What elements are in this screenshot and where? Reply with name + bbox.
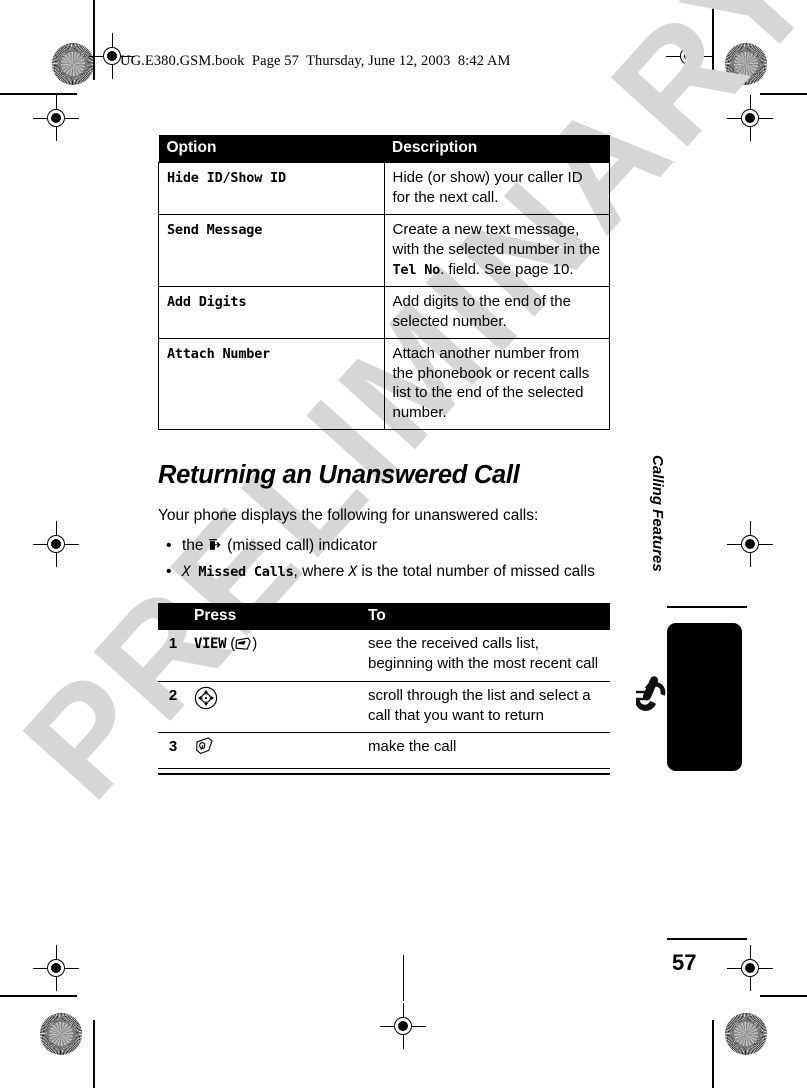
- steps-table-header-press: Press: [188, 602, 362, 630]
- trim-line-bottom-left: [0, 995, 77, 997]
- list-item: the (missed call) indicator: [158, 535, 613, 560]
- description-mono-term: Tel No: [392, 261, 441, 278]
- step-number: 3: [158, 732, 188, 770]
- registration-target-right-middle: [727, 521, 773, 567]
- registration-target-top-center: [389, 955, 417, 1001]
- bullet-suffix-text: (missed call) indicator: [222, 537, 378, 555]
- steps-table-bottom-rule: [158, 773, 610, 775]
- missed-call-icon: [208, 538, 223, 560]
- trim-line-top: [0, 93, 77, 95]
- registration-target-bottom-center: [380, 1003, 426, 1049]
- chapter-sidebar-label: Calling Features: [649, 455, 666, 572]
- option-label: Add Digits: [167, 293, 247, 310]
- bullet-tail-text: is the total number of missed calls: [357, 563, 595, 581]
- registration-starburst-bottom-left: [40, 1013, 82, 1055]
- table-row: 3 make the call: [158, 732, 610, 770]
- trim-line-left-vertical: [93, 0, 95, 80]
- page-title: Returning an Unanswered Call: [158, 461, 520, 490]
- options-table-header-row: Option Description: [158, 135, 610, 163]
- registration-starburst-bottom-right: [725, 1013, 767, 1055]
- registration-starburst-top-left: [52, 43, 94, 85]
- missed-calls-label: Missed Calls: [190, 564, 294, 581]
- telephone-handset-icon: [633, 672, 690, 722]
- option-name-cell: Attach Number: [158, 337, 385, 431]
- options-table-header-description: Description: [384, 135, 610, 163]
- table-row: Attach Number Attach another number from…: [158, 337, 610, 431]
- trim-line-bottom-right: [760, 995, 807, 997]
- option-description-cell: Create a new text message, with the sele…: [383, 213, 610, 287]
- option-name-cell: Hide ID/Show ID: [158, 162, 385, 215]
- section-intro-text: Your phone displays the following for un…: [158, 507, 539, 525]
- description-text: Add digits to the end of the selected nu…: [392, 292, 571, 330]
- options-table-body: Hide ID/Show ID Hide (or show) your call…: [158, 162, 610, 431]
- step-description: see the received calls list, beginning w…: [362, 629, 610, 682]
- description-text: Hide (or show) your caller ID for the ne…: [392, 169, 583, 206]
- description-text-tail: . field. See page 10.: [440, 260, 574, 278]
- registration-target-left-upper: [33, 95, 79, 141]
- option-name-cell: Add Digits: [158, 285, 385, 339]
- table-row: 2 scroll through the list and select a c…: [158, 681, 610, 734]
- sidebar-rule-top: [667, 606, 747, 608]
- option-description-cell: Add digits to the end of the selected nu…: [383, 285, 610, 339]
- trim-line-top-right: [760, 93, 807, 95]
- page-number-rule: [667, 938, 747, 940]
- page-number: 57: [672, 950, 697, 975]
- option-description-cell: Attach another number from the phonebook…: [383, 337, 610, 431]
- table-row: Hide ID/Show ID Hide (or show) your call…: [158, 162, 610, 215]
- step-description: make the call: [362, 732, 610, 770]
- trim-line-left-vertical-bottom: [93, 1020, 95, 1088]
- description-text: Attach another number from the phonebook…: [392, 344, 590, 422]
- registration-target-left-lower: [33, 945, 79, 991]
- options-table: Option Description Hide ID/Show ID Hide …: [158, 135, 610, 431]
- bullet-prefix-text: the: [182, 537, 208, 555]
- table-row: 1 VIEW ( ) see the received calls list, …: [158, 629, 610, 682]
- table-row: Add Digits Add digits to the end of the …: [158, 285, 610, 339]
- step-description: scroll through the list and select a cal…: [362, 681, 610, 734]
- table-row: Send Message Create a new text message, …: [158, 213, 610, 287]
- steps-table-header-number: [158, 602, 188, 630]
- steps-table-header-to: To: [362, 602, 610, 630]
- registration-target-top-right: [666, 33, 712, 79]
- step-press-cell: [188, 732, 362, 770]
- step-number: 2: [158, 681, 188, 734]
- registration-starburst-top-right: [725, 43, 767, 85]
- document-header-line: UG.E380.GSM.book Page 57 Thursday, June …: [120, 53, 511, 69]
- steps-table-body: 1 VIEW ( ) see the received calls list, …: [158, 629, 610, 770]
- step-press-cell: [188, 681, 362, 734]
- option-label: Send Message: [167, 221, 263, 238]
- options-table-header-option: Option: [158, 135, 384, 163]
- option-label: Attach Number: [167, 345, 271, 362]
- paren-open: (: [226, 634, 236, 652]
- page-content: Option Description Hide ID/Show ID Hide …: [158, 135, 613, 775]
- variable-x-second: X: [348, 564, 358, 581]
- trim-line-right-vertical-bottom: [712, 1020, 714, 1088]
- registration-target-right-lower: [727, 945, 773, 991]
- description-text: Create a new text message, with the sele…: [392, 220, 601, 258]
- bullet-middle-text: , where: [293, 563, 349, 581]
- paren-close: ): [252, 634, 258, 652]
- option-description-cell: Hide (or show) your caller ID for the ne…: [383, 162, 610, 215]
- registration-target-right-upper: [727, 95, 773, 141]
- steps-table-header-row: Press To: [158, 602, 610, 630]
- trim-line-right-vertical: [712, 0, 714, 80]
- list-item: X Missed Calls, where X is the total num…: [158, 561, 613, 583]
- send-key-icon: [194, 737, 216, 761]
- option-label: Hide ID/Show ID: [167, 170, 286, 186]
- unanswered-indicators-list: the (missed call) indicator X Missed Cal…: [158, 535, 613, 583]
- step-press-cell: VIEW ( ): [188, 629, 362, 682]
- steps-table: Press To 1 VIEW ( ) see the received cal…: [158, 602, 610, 770]
- softkey-icon: [235, 637, 252, 657]
- navigation-key-icon: [194, 686, 218, 716]
- softkey-label: VIEW: [194, 635, 227, 652]
- option-name-cell: Send Message: [158, 213, 385, 287]
- registration-target-left-middle: [33, 521, 79, 567]
- step-number: 1: [158, 629, 188, 682]
